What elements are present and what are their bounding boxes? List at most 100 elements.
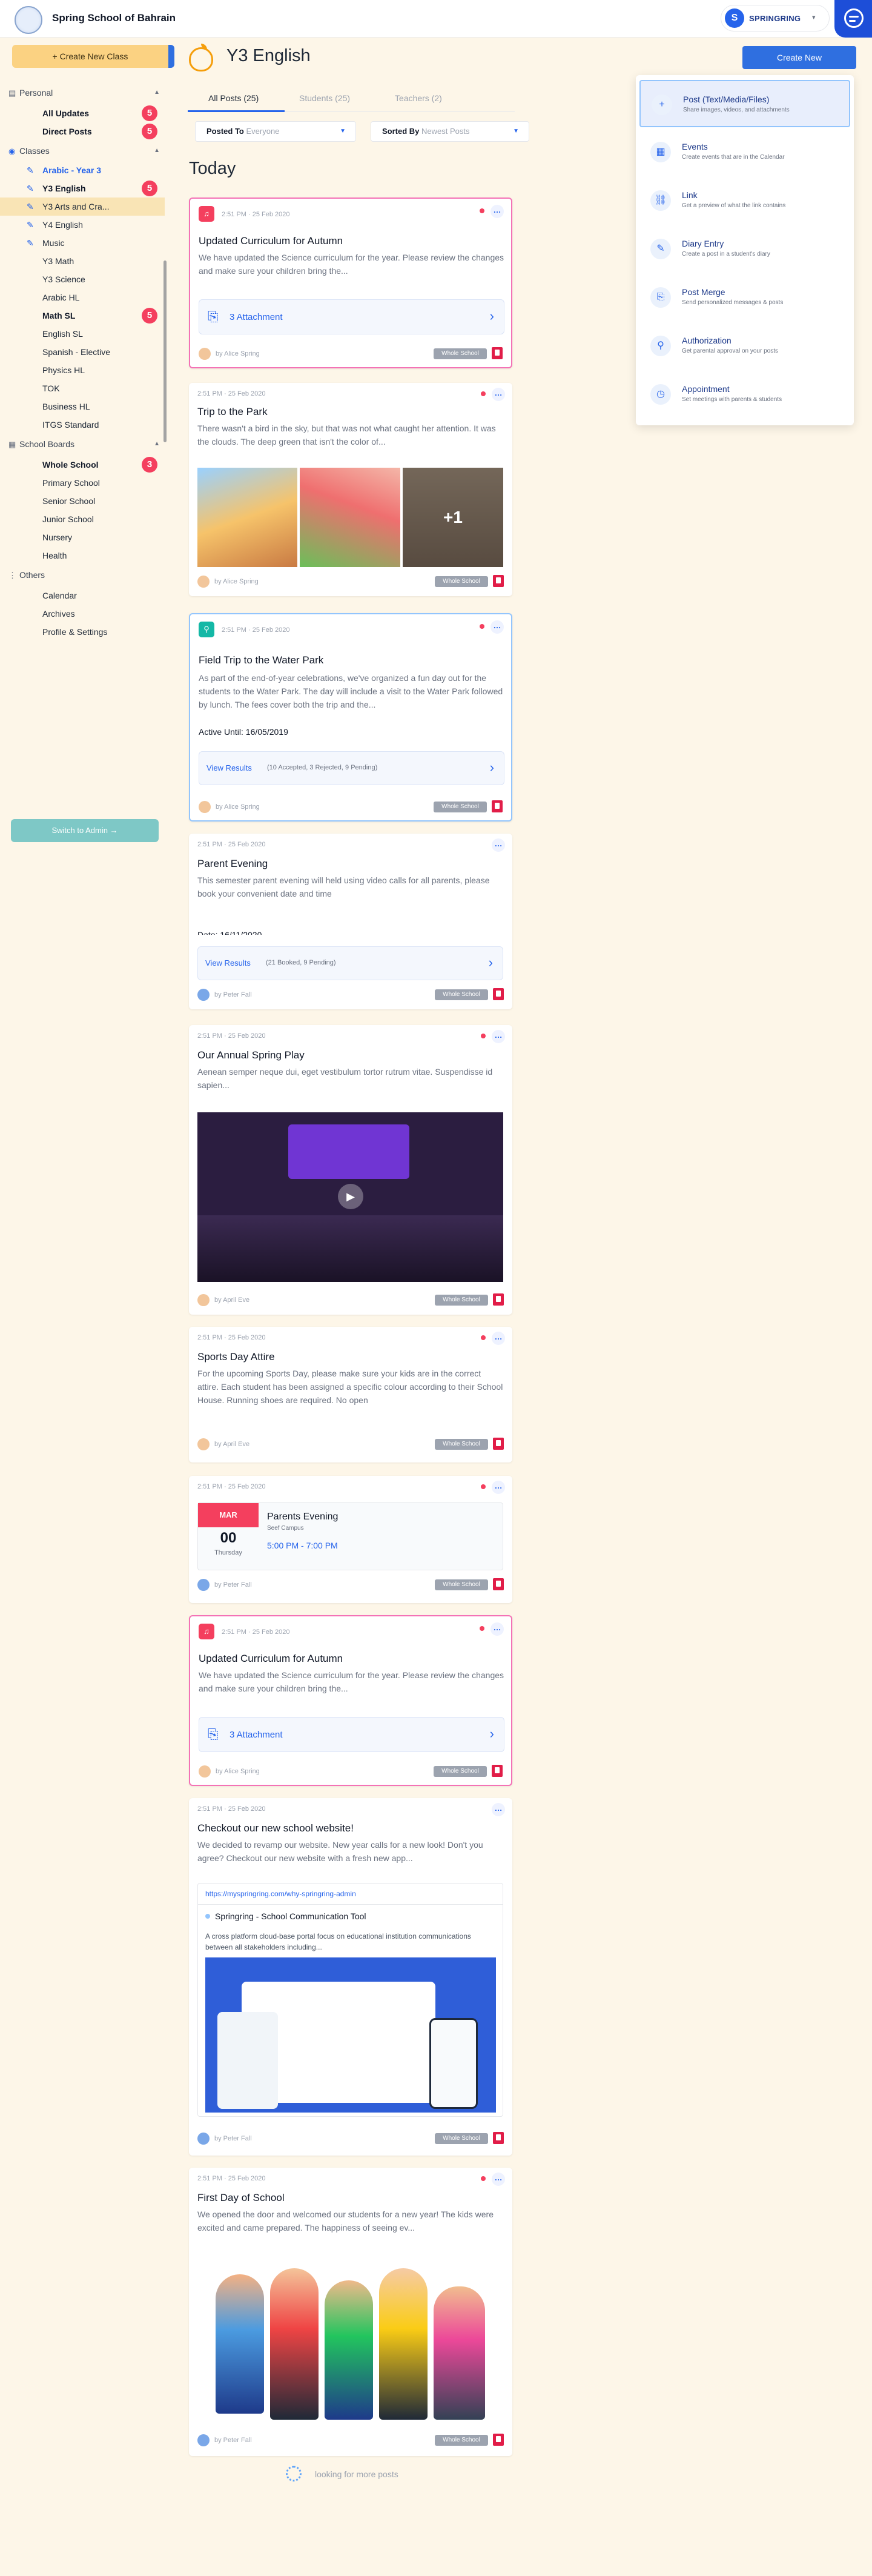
sidebar-item-physics-hl[interactable]: Physics HL	[0, 361, 165, 379]
section-personal[interactable]: ▤ Personal ▲	[8, 85, 160, 101]
attachment-button[interactable]: ⎘ 3 Attachment ›	[199, 299, 504, 334]
sidebar: + Create New Class ▤ Personal ▲ All Updat…	[0, 38, 174, 874]
count-badge: 5	[142, 124, 157, 139]
more-options-icon[interactable]: …	[492, 388, 505, 401]
post-card[interactable]: 2:51 PM · 25 Feb 2020 … First Day of Sch…	[189, 2168, 512, 2456]
tab-teachers[interactable]: Teachers (2)	[395, 93, 442, 103]
messages-button[interactable]	[834, 0, 872, 38]
link-preview[interactable]: https://myspringring.com/why-springring-…	[197, 1883, 503, 2117]
sidebar-item-archives[interactable]: Archives	[0, 605, 165, 623]
chevron-right-icon: ›	[489, 760, 494, 775]
account-switcher[interactable]: S SPRINGRING ▾	[721, 5, 830, 32]
menu-item-appointment[interactable]: ◷ Appointment Set meetings with parents …	[639, 371, 850, 418]
sidebar-item-health[interactable]: Health	[0, 546, 165, 565]
sidebar-item-whole-school[interactable]: Whole School 3	[0, 456, 165, 474]
sidebar-item-y3-english[interactable]: ✎ Y3 English 5	[0, 179, 165, 198]
view-results-button[interactable]: View Results (10 Accepted, 3 Rejected, 9…	[199, 751, 504, 785]
avatar	[197, 1579, 210, 1591]
sidebar-item-label: Arabic - Year 3	[42, 165, 102, 175]
sidebar-item-y3-arts[interactable]: ✎ Y3 Arts and Cra...	[0, 198, 165, 216]
post-author: by Peter Fall	[214, 991, 252, 998]
sidebar-item-spanish-elective[interactable]: Spanish - Elective	[0, 343, 165, 361]
post-card[interactable]: ♫ 2:51 PM · 25 Feb 2020 … Updated Curric…	[189, 198, 512, 368]
menu-item-post[interactable]: + Post (Text/Media/Files) Share images, …	[639, 80, 850, 127]
more-options-icon[interactable]: …	[492, 1030, 505, 1043]
more-options-icon[interactable]: …	[492, 2173, 505, 2186]
post-photo[interactable]	[300, 468, 400, 567]
create-class-button[interactable]: + Create New Class	[12, 45, 174, 68]
boards-icon: ▦	[8, 440, 16, 449]
view-results-button[interactable]: View Results (21 Booked, 9 Pending) ›	[197, 946, 503, 980]
sidebar-item-math-sl[interactable]: Math SL 5	[0, 307, 165, 325]
post-photo[interactable]	[197, 468, 297, 567]
sidebar-item-profile-settings[interactable]: Profile & Settings	[0, 623, 165, 641]
tab-all-posts[interactable]: All Posts (25)	[208, 93, 259, 103]
menu-item-events[interactable]: ▦ Events Create events that are in the C…	[639, 128, 850, 176]
more-options-icon[interactable]: …	[492, 1803, 505, 1816]
sidebar-item-senior-school[interactable]: Senior School	[0, 492, 165, 510]
post-video[interactable]: ▶	[197, 1112, 503, 1282]
attachment-button[interactable]: ⎘ 3 Attachment ›	[199, 1717, 504, 1752]
post-timestamp: 2:51 PM · 25 Feb 2020	[222, 1628, 290, 1636]
post-photo[interactable]	[197, 2250, 503, 2426]
post-photo[interactable]: +1	[403, 468, 503, 567]
post-card[interactable]: 2:51 PM · 25 Feb 2020 … Sports Day Attir…	[189, 1327, 512, 1462]
sidebar-item-arabic-hl[interactable]: Arabic HL	[0, 288, 165, 307]
more-options-icon[interactable]: …	[490, 620, 504, 634]
create-new-button[interactable]: Create New	[742, 46, 856, 69]
sorted-by-select[interactable]: Sorted By Newest Posts ▼	[371, 121, 529, 142]
menu-item-authorization[interactable]: ⚲ Authorization Get parental approval on…	[639, 322, 850, 370]
post-card[interactable]: 2:51 PM · 25 Feb 2020 … MAR 00 Thursday …	[189, 1476, 512, 1603]
more-options-icon[interactable]: …	[492, 1481, 505, 1494]
post-card[interactable]: 2:51 PM · 25 Feb 2020 … Parent Evening T…	[189, 834, 512, 1009]
menu-item-post-merge[interactable]: ⎘ Post Merge Send personalized messages …	[639, 274, 850, 321]
play-icon[interactable]: ▶	[338, 1184, 363, 1209]
sidebar-item-y3-science[interactable]: Y3 Science	[0, 270, 165, 288]
menu-item-diary-entry[interactable]: ✎ Diary Entry Create a post in a student…	[639, 225, 850, 273]
post-title: Our Annual Spring Play	[197, 1049, 305, 1061]
post-timestamp: 2:51 PM · 25 Feb 2020	[222, 626, 290, 634]
filter-value: Newest Posts	[421, 127, 470, 136]
post-card[interactable]: 2:51 PM · 25 Feb 2020 … Our Annual Sprin…	[189, 1025, 512, 1315]
posted-to-select[interactable]: Posted To Everyone ▼	[195, 121, 356, 142]
sidebar-item-junior-school[interactable]: Junior School	[0, 510, 165, 528]
sidebar-item-all-updates[interactable]: All Updates 5	[0, 104, 165, 122]
sidebar-item-music[interactable]: ✎ Music	[0, 234, 165, 252]
more-photos-count: +1	[403, 468, 503, 567]
more-options-icon[interactable]: …	[492, 1332, 505, 1345]
section-others[interactable]: ⋮ Others	[8, 567, 160, 583]
menu-item-link[interactable]: ⛓ Link Get a preview of what the link co…	[639, 177, 850, 224]
personal-icon: ▤	[8, 88, 16, 98]
link-url[interactable]: https://myspringring.com/why-springring-…	[205, 1890, 356, 1898]
section-classes[interactable]: ◉ Classes ▲	[8, 143, 160, 159]
sidebar-item-nursery[interactable]: Nursery	[0, 528, 165, 546]
post-card[interactable]: ♫ 2:51 PM · 25 Feb 2020 … Updated Curric…	[189, 1615, 512, 1786]
section-school-boards[interactable]: ▦ School Boards ▲	[8, 436, 160, 452]
sidebar-item-y3-math[interactable]: Y3 Math	[0, 252, 165, 270]
sidebar-item-english-sl[interactable]: English SL	[0, 325, 165, 343]
sidebar-item-calendar[interactable]: Calendar	[0, 586, 165, 605]
sidebar-item-label: Profile & Settings	[42, 627, 108, 637]
sidebar-item-y4-english[interactable]: ✎ Y4 English	[0, 216, 165, 234]
sidebar-item-arabic-year-3[interactable]: ✎ Arabic - Year 3	[0, 161, 165, 179]
sidebar-item-direct-posts[interactable]: Direct Posts 5	[0, 122, 165, 141]
sidebar-item-tok[interactable]: TOK	[0, 379, 165, 397]
post-card[interactable]: ⚲ 2:51 PM · 25 Feb 2020 … Field Trip to …	[189, 613, 512, 822]
post-card[interactable]: 2:51 PM · 25 Feb 2020 … Checkout our new…	[189, 1798, 512, 2156]
sidebar-item-label: ITGS Standard	[42, 420, 99, 430]
merge-icon: ⎘	[650, 287, 671, 308]
more-options-icon[interactable]: …	[490, 1622, 504, 1636]
sidebar-item-business-hl[interactable]: Business HL	[0, 397, 165, 416]
more-options-icon[interactable]: …	[492, 838, 505, 852]
sidebar-item-label: Nursery	[42, 533, 73, 542]
more-options-icon[interactable]: …	[490, 205, 504, 218]
sidebar-item-primary-school[interactable]: Primary School	[0, 474, 165, 492]
sidebar-item-itgs-standard[interactable]: ITGS Standard	[0, 416, 165, 434]
event-details[interactable]: MAR 00 Thursday Parents Evening Seef Cam…	[197, 1502, 503, 1570]
section-label: Personal	[19, 88, 53, 98]
post-title: Updated Curriculum for Autumn	[199, 1653, 343, 1664]
sidebar-scrollbar[interactable]	[164, 261, 167, 442]
tab-students[interactable]: Students (25)	[299, 93, 350, 103]
switch-to-admin-button[interactable]: Switch to Admin →	[11, 819, 159, 842]
post-card[interactable]: 2:51 PM · 25 Feb 2020 … Trip to the Park…	[189, 383, 512, 596]
